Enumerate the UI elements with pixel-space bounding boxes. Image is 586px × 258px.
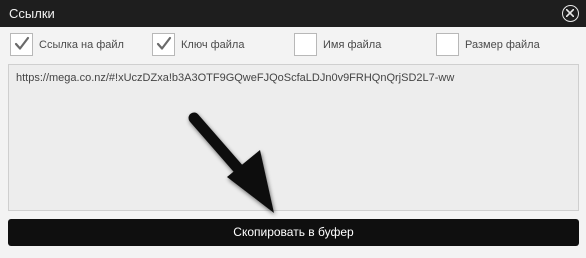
checkmark-icon: [14, 36, 30, 50]
option-label: Ключ файла: [181, 39, 245, 51]
option-file-name[interactable]: Имя файла: [294, 33, 404, 59]
close-icon[interactable]: [562, 5, 579, 22]
dialog-title: Ссылки: [9, 6, 55, 21]
option-label: Имя файла: [323, 39, 382, 51]
file-link-checkbox[interactable]: [10, 33, 33, 56]
copy-to-clipboard-button[interactable]: Скопировать в буфер: [8, 219, 579, 246]
option-label: Размер файла: [465, 39, 540, 51]
dialog-titlebar: Ссылки: [0, 0, 586, 27]
checkmark-icon: [156, 36, 172, 50]
option-file-size[interactable]: Размер файла: [436, 33, 556, 59]
option-file-link[interactable]: Ссылка на файл: [10, 33, 130, 59]
file-name-checkbox[interactable]: [294, 33, 317, 56]
file-key-checkbox[interactable]: [152, 33, 175, 56]
option-label: Ссылка на файл: [39, 39, 124, 51]
links-dialog: Ссылки Ссылка на файл Ключ файла Имя фай…: [0, 0, 586, 258]
option-file-key[interactable]: Ключ файла: [152, 33, 262, 59]
link-options: Ссылка на файл Ключ файла Имя файла Разм…: [0, 27, 586, 64]
link-value[interactable]: https://mega.co.nz/#!xUczDZxa!b3A3OTF9GQ…: [16, 72, 454, 85]
link-textarea[interactable]: https://mega.co.nz/#!xUczDZxa!b3A3OTF9GQ…: [8, 64, 579, 211]
file-size-checkbox[interactable]: [436, 33, 459, 56]
